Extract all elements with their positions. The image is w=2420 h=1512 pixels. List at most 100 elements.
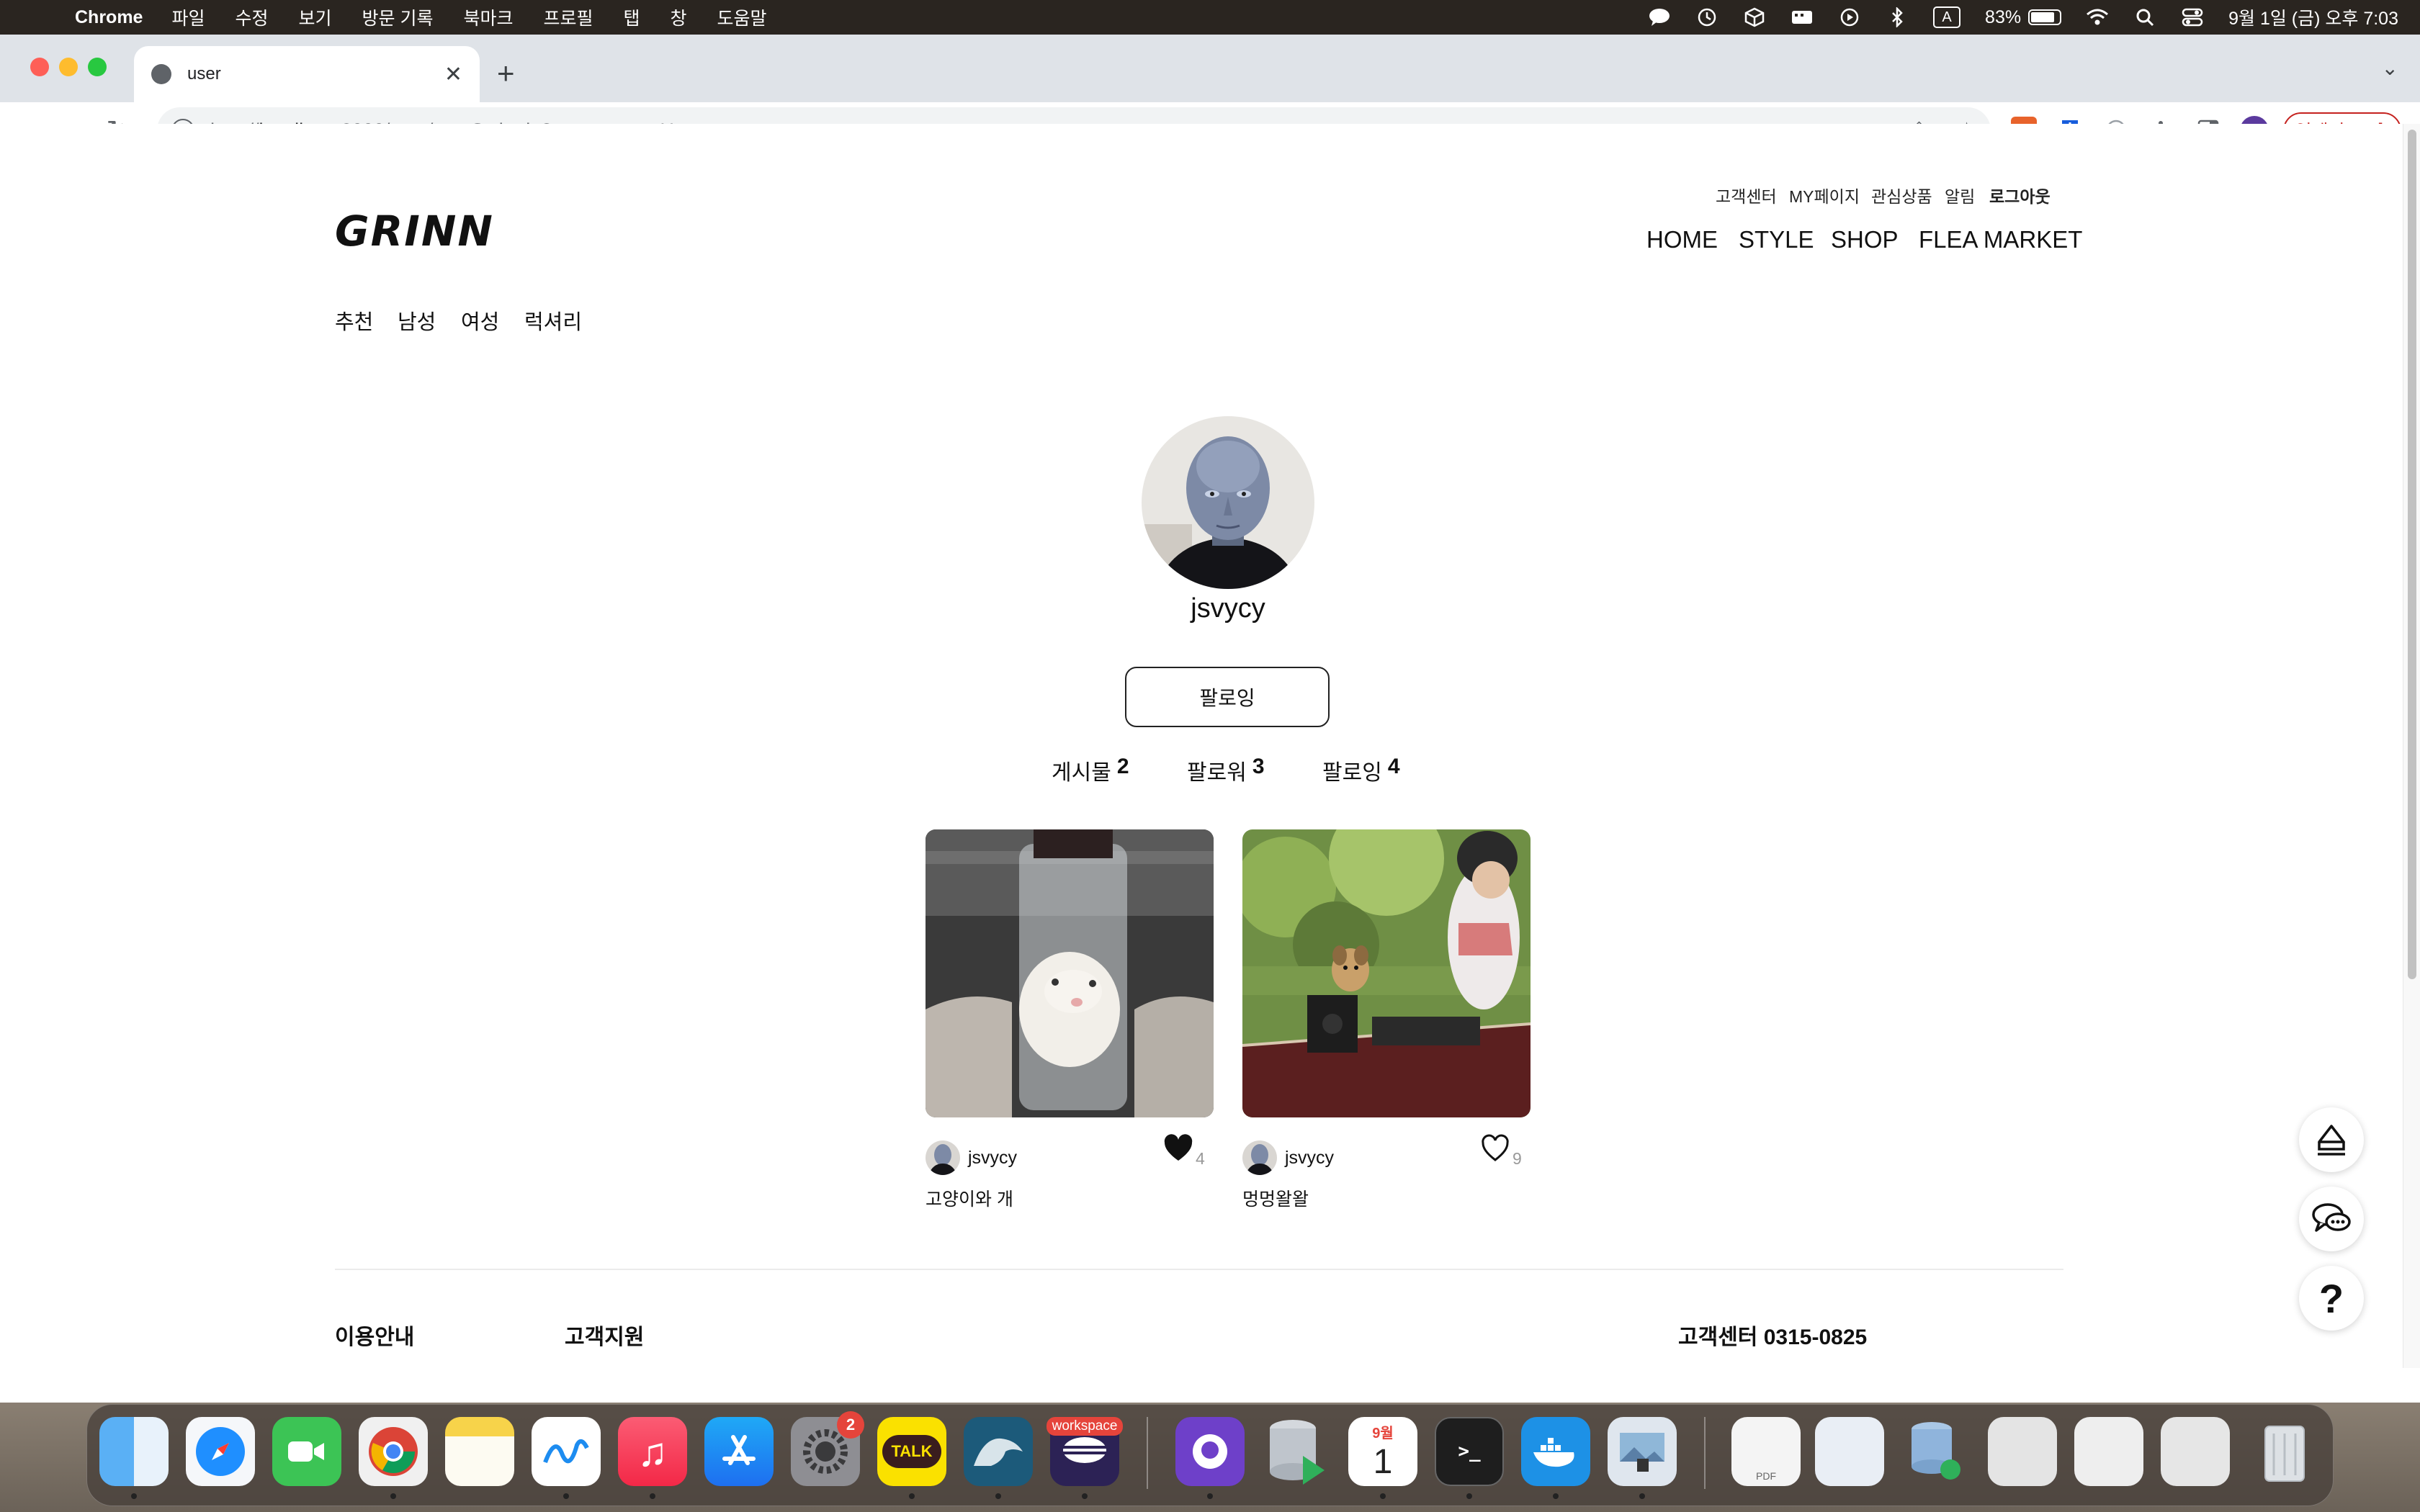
spotlight-search-icon[interactable] — [2133, 8, 2156, 27]
github-desktop-icon[interactable] — [1175, 1417, 1245, 1486]
menu-profiles[interactable]: 프로필 — [543, 4, 593, 30]
util-link-notifications[interactable]: 알림 — [1945, 183, 1975, 207]
menu-help[interactable]: 도움말 — [717, 4, 767, 30]
post-image[interactable] — [1242, 829, 1531, 1117]
play-status-icon[interactable] — [1838, 8, 1861, 27]
dock-running-indicator — [390, 1493, 396, 1499]
stat-following-count: 4 — [1387, 755, 1400, 778]
music-icon[interactable]: ♫ — [618, 1417, 687, 1486]
page-viewport: 고객센터 MY페이지 관심상품 알림 로그아웃 GRINN HOME STYLE… — [0, 124, 2403, 1368]
post-caption[interactable]: 멍멍왈왈 — [1242, 1185, 1309, 1211]
menubar-status-area: A 83% 9월 1일 (금) 오후 7:03 — [1648, 0, 2398, 35]
calendar-icon[interactable]: 9월 1 — [1348, 1417, 1417, 1486]
category-recommended[interactable]: 추천 — [335, 305, 373, 336]
input-source-indicator[interactable]: A — [1933, 6, 1961, 28]
post-username[interactable]: jsvycy — [968, 1148, 1017, 1169]
chrome-window-thumbnail[interactable] — [2161, 1417, 2230, 1486]
facetime-icon[interactable] — [272, 1417, 341, 1486]
chrome-dock-icon[interactable] — [359, 1417, 428, 1486]
menu-tab[interactable]: 탭 — [624, 4, 640, 30]
time-machine-status-icon[interactable] — [1695, 8, 1718, 27]
heart-filled-icon[interactable] — [1162, 1133, 1194, 1165]
chat-button[interactable] — [2299, 1187, 2364, 1251]
pdf-label: PDF — [1756, 1470, 1776, 1482]
database-app-icon[interactable] — [1262, 1417, 1331, 1486]
nav-shop[interactable]: SHOP — [1831, 226, 1899, 253]
freeform-icon[interactable] — [532, 1417, 601, 1486]
menu-app-name[interactable]: Chrome — [75, 7, 143, 28]
kakaotalk-icon[interactable]: TALK — [877, 1417, 946, 1486]
menubar-clock[interactable]: 9월 1일 (금) 오후 7:03 — [2228, 4, 2398, 30]
new-tab-button[interactable]: + — [497, 56, 515, 91]
notes-icon[interactable] — [445, 1417, 514, 1486]
box-status-icon[interactable] — [1743, 7, 1766, 27]
macos-menu-bar: Chrome 파일 수정 보기 방문 기록 북마크 프로필 탭 창 도움말 A … — [0, 0, 2420, 35]
heart-outline-icon[interactable] — [1479, 1133, 1511, 1165]
stat-following[interactable]: 팔로잉 4 — [1322, 755, 1400, 786]
stat-posts[interactable]: 게시물 2 — [1052, 755, 1129, 786]
post-user-avatar[interactable] — [926, 1140, 960, 1175]
terminal-icon[interactable]: >_ — [1435, 1417, 1504, 1486]
write-post-button[interactable] — [2299, 1107, 2364, 1172]
dock-running-indicator — [909, 1493, 915, 1499]
nav-flea-market[interactable]: FLEA MARKET — [1919, 226, 2082, 253]
screenshot-thumbnail[interactable] — [1815, 1417, 1884, 1486]
post-username[interactable]: jsvycy — [1285, 1148, 1334, 1169]
menu-file[interactable]: 파일 — [171, 4, 205, 30]
calendar-month: 9월 — [1372, 1426, 1394, 1441]
finder-icon[interactable] — [99, 1417, 169, 1486]
pdf-document-icon[interactable]: PDF — [1731, 1417, 1801, 1486]
minimize-window-button[interactable] — [59, 58, 78, 76]
post-image[interactable] — [926, 829, 1214, 1117]
eclipse-workspace-icon[interactable]: workspace — [1046, 1417, 1124, 1486]
dock-running-indicator — [131, 1493, 137, 1499]
post-user-avatar[interactable] — [1242, 1140, 1277, 1175]
app-store-icon[interactable] — [704, 1417, 774, 1486]
menu-edit[interactable]: 수정 — [235, 4, 268, 30]
category-men[interactable]: 남성 — [398, 305, 436, 336]
menu-history[interactable]: 방문 기록 — [362, 4, 434, 30]
category-women[interactable]: 여성 — [461, 305, 499, 336]
dock-running-indicator — [1466, 1493, 1472, 1499]
close-window-button[interactable] — [30, 58, 49, 76]
zoom-window-button[interactable] — [88, 58, 107, 76]
util-link-my-page[interactable]: MY페이지 — [1789, 183, 1860, 207]
window-thumbnail[interactable] — [1988, 1417, 2057, 1486]
util-link-customer-center[interactable]: 고객센터 — [1716, 183, 1777, 207]
mysql-workbench-icon[interactable] — [964, 1417, 1033, 1486]
profile-username: jsvycy — [1191, 593, 1265, 624]
menu-window[interactable]: 창 — [671, 4, 687, 30]
scrollbar-thumb[interactable] — [2408, 130, 2416, 979]
display-status-icon[interactable] — [1791, 8, 1814, 27]
util-link-wishlist[interactable]: 관심상품 — [1871, 183, 1932, 207]
preview-icon[interactable] — [1608, 1417, 1677, 1486]
wifi-icon[interactable] — [2086, 8, 2109, 27]
following-button[interactable]: 팔로잉 — [1125, 667, 1330, 727]
system-settings-icon[interactable]: 2 — [791, 1411, 864, 1486]
dock-running-indicator — [563, 1493, 569, 1499]
database-thumbnail-icon[interactable] — [1901, 1417, 1971, 1486]
close-tab-icon[interactable]: ✕ — [444, 62, 462, 87]
control-center-icon[interactable] — [2181, 8, 2204, 27]
util-link-logout[interactable]: 로그아웃 — [1989, 183, 2051, 207]
messages-status-icon[interactable] — [1648, 8, 1671, 27]
nav-home[interactable]: HOME — [1646, 226, 1718, 253]
bluetooth-icon[interactable] — [1886, 7, 1909, 27]
pen-icon — [2318, 1125, 2345, 1156]
docker-icon[interactable] — [1521, 1417, 1590, 1486]
nav-style[interactable]: STYLE — [1739, 226, 1814, 253]
page-scrollbar[interactable] — [2403, 124, 2420, 1368]
menu-view[interactable]: 보기 — [299, 4, 332, 30]
tab-search-chevron-icon[interactable]: ⌄ — [2382, 56, 2398, 80]
category-luxury[interactable]: 럭셔리 — [524, 305, 582, 336]
window-thumbnail[interactable] — [2074, 1417, 2143, 1486]
menu-bookmarks[interactable]: 북마크 — [463, 4, 513, 30]
help-button[interactable]: ? — [2299, 1266, 2364, 1331]
safari-icon[interactable] — [186, 1417, 255, 1486]
site-logo[interactable]: GRINN — [335, 207, 494, 256]
battery-status[interactable]: 83% — [1985, 7, 2062, 28]
tab-user[interactable]: user ✕ — [134, 46, 480, 102]
stat-followers[interactable]: 팔로워 3 — [1187, 755, 1265, 786]
post-caption[interactable]: 고양이와 개 — [926, 1185, 1013, 1211]
trash-icon[interactable] — [2250, 1417, 2319, 1486]
